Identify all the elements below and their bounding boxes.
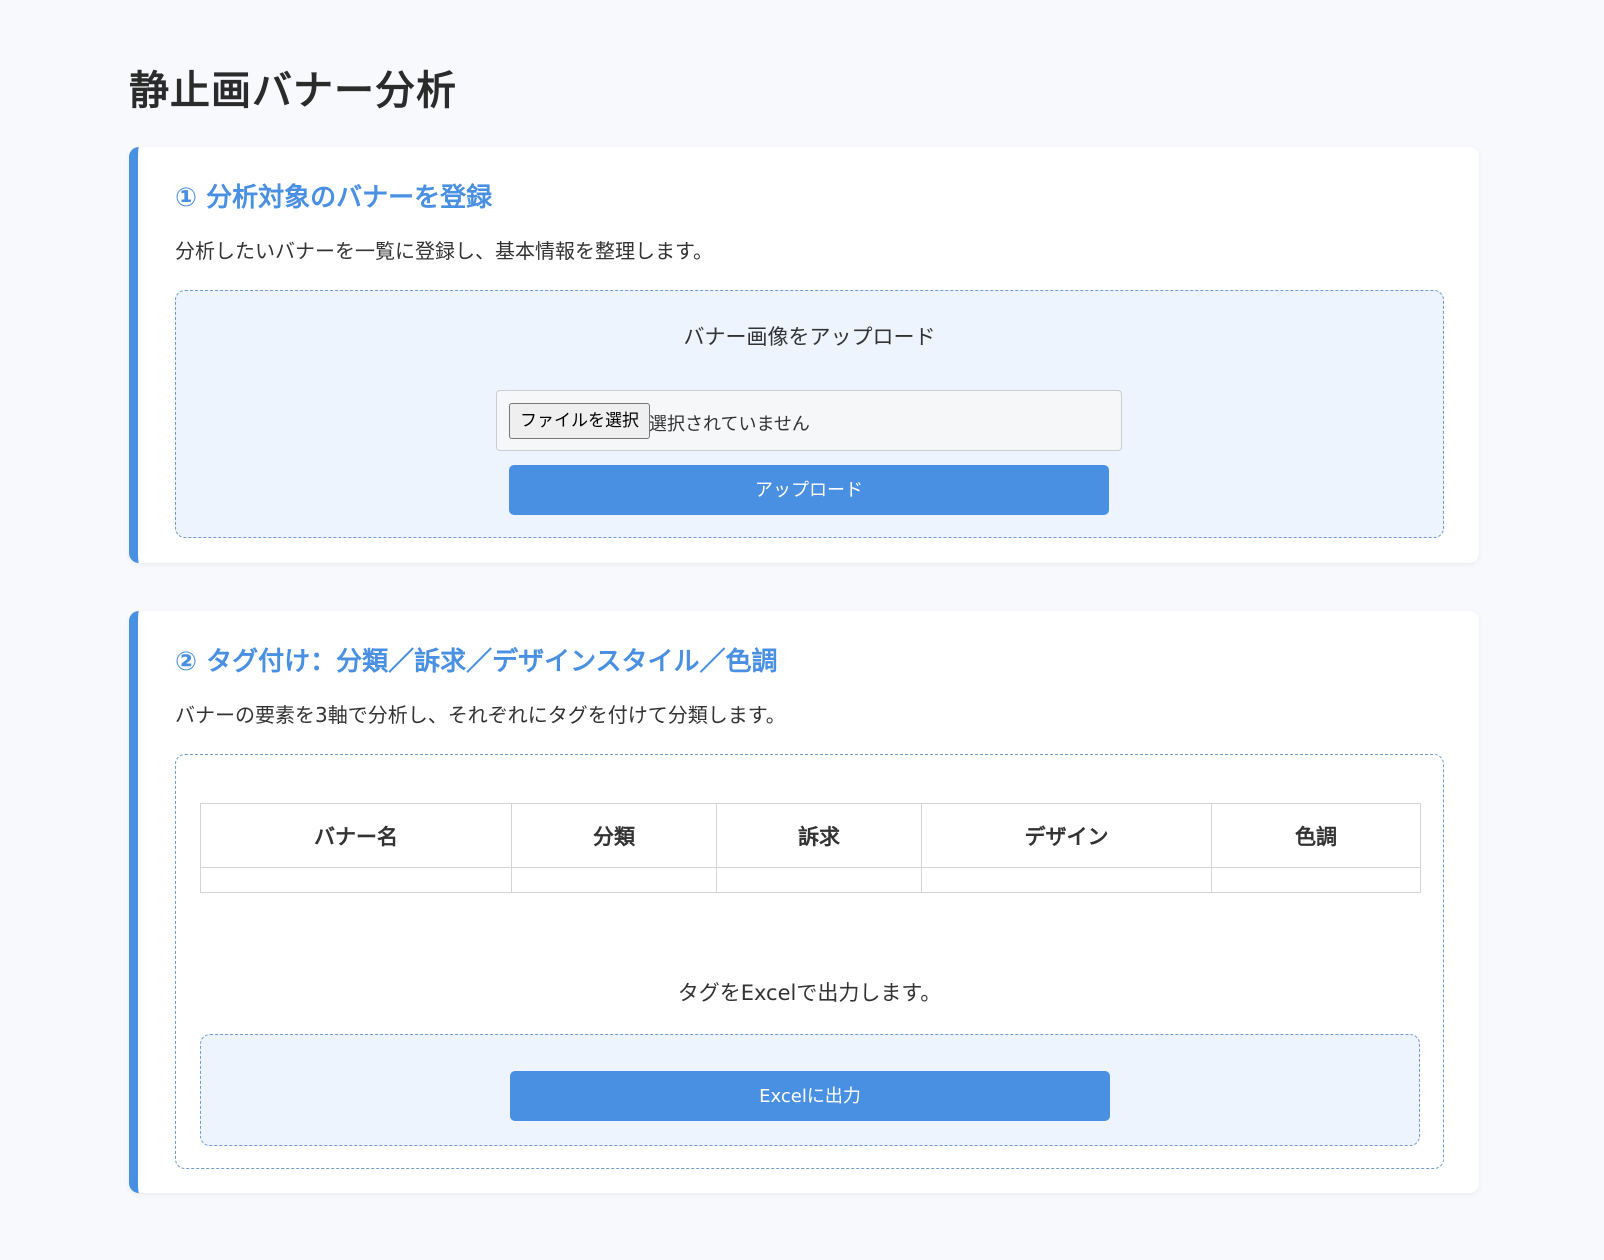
column-header-design: デザイン (921, 803, 1212, 868)
upload-label: バナー画像をアップロード (683, 325, 936, 349)
register-section-title: ① 分析対象のバナーを登録 (175, 183, 493, 213)
tag-area: バナー名 分類 訴求 デザイン 色調 タグをExcelで出力します。 Excel… (175, 754, 1444, 1169)
page-title: 静止画バナー分析 (129, 68, 457, 114)
column-header-banner-name: バナー名 (200, 803, 512, 868)
table-cell (200, 867, 512, 893)
column-header-category: 分類 (511, 803, 717, 868)
column-header-appeal: 訴求 (716, 803, 922, 868)
table-cell (1211, 867, 1421, 893)
tagging-section-title: ② タグ付け：分類／訴求／デザインスタイル／色調 (175, 647, 778, 677)
table-cell (511, 867, 717, 893)
register-section-description: 分析したいバナーを一覧に登録し、基本情報を整理します。 (175, 239, 713, 263)
table-cell (921, 867, 1212, 893)
upload-button[interactable]: アップロード (509, 465, 1109, 515)
table-header-row: バナー名 分類 訴求 デザイン 色調 (200, 803, 1421, 868)
file-status-text: 選択されていません (649, 414, 810, 435)
tag-table: バナー名 分類 訴求 デザイン 色調 (200, 803, 1421, 893)
choose-file-button[interactable]: ファイルを選択 (509, 403, 650, 439)
upload-area: バナー画像をアップロード ファイルを選択 選択されていません アップロード (175, 290, 1444, 538)
excel-export-area: Excelに出力 (200, 1034, 1420, 1146)
file-input[interactable]: ファイルを選択 選択されていません (496, 390, 1122, 451)
table-row (200, 867, 1421, 893)
column-header-color-tone: 色調 (1211, 803, 1421, 868)
table-cell (716, 867, 922, 893)
export-excel-button[interactable]: Excelに出力 (510, 1071, 1110, 1121)
register-section: ① 分析対象のバナーを登録 分析したいバナーを一覧に登録し、基本情報を整理します… (129, 147, 1479, 563)
tagging-section: ② タグ付け：分類／訴求／デザインスタイル／色調 バナーの要素を3軸で分析し、そ… (129, 611, 1479, 1193)
excel-note: タグをExcelで出力します。 (677, 981, 942, 1005)
tagging-section-description: バナーの要素を3軸で分析し、それぞれにタグを付けて分類します。 (175, 703, 786, 727)
